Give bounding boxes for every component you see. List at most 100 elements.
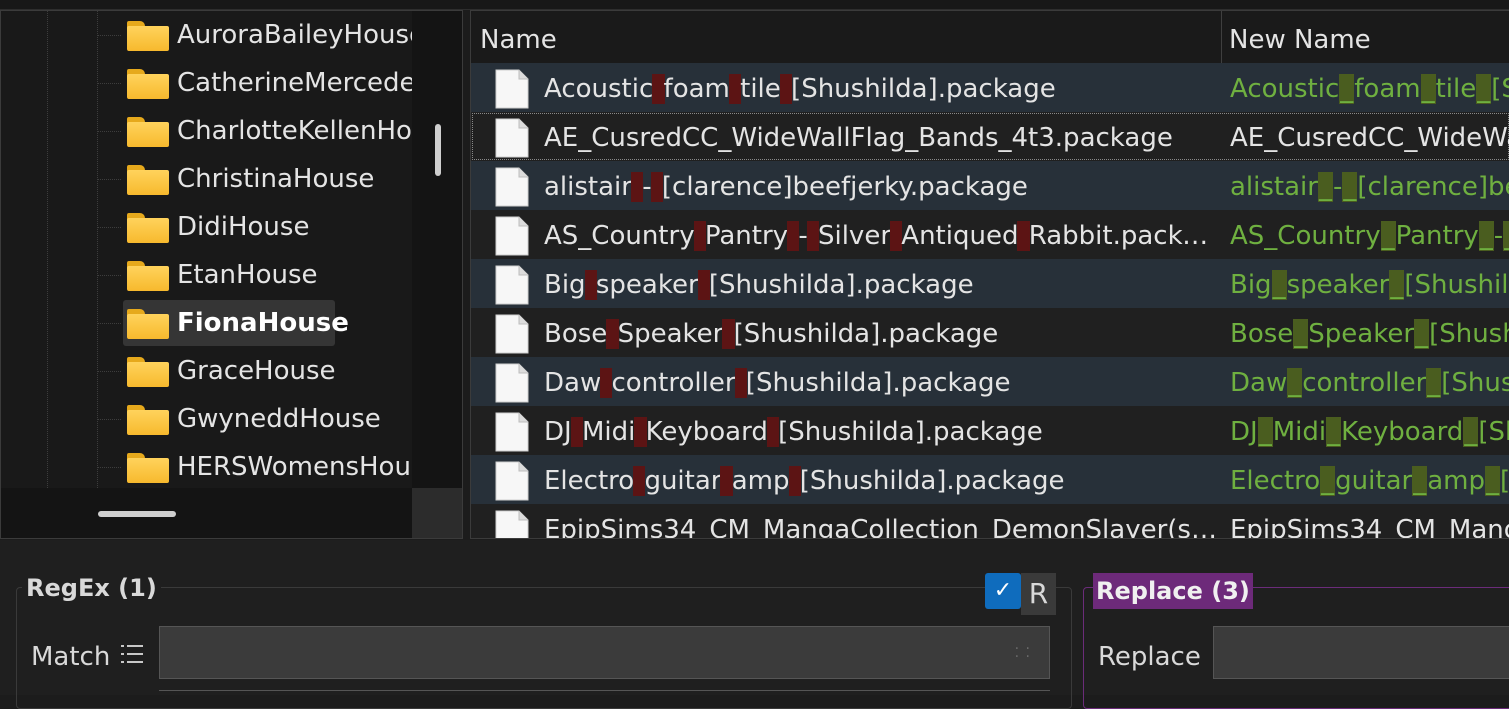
tree-item[interactable]: CharlotteKellenHou — [97, 107, 428, 155]
replace-highlight: _ — [1339, 74, 1355, 104]
new-name-segment: EpipSims34_CM_MangaCollection — [1230, 515, 1509, 539]
name-segment: Big — [544, 270, 586, 300]
replace-highlight: _ — [1414, 319, 1430, 349]
name-segment: speaker — [595, 270, 699, 300]
tree-item[interactable]: HERSWomensHous — [97, 443, 424, 491]
name-segment: [Shushilda].package — [799, 466, 1065, 496]
file-name: Bose Speaker [Shushilda].package — [544, 308, 1217, 360]
tree-connector — [97, 179, 121, 180]
list-icon[interactable] — [121, 643, 143, 667]
file-row[interactable]: EpipSims34_CM_MangaCollection_DemonSlaye… — [471, 504, 1509, 539]
file-name: DJ Midi Keyboard [Shushilda].package — [544, 406, 1217, 458]
file-row[interactable]: Daw controller [Shushilda].package Daw_co… — [471, 357, 1509, 406]
name-segment: Keyboard — [645, 417, 768, 447]
tree-item[interactable]: GwyneddHouse — [97, 395, 417, 443]
file-row[interactable]: AE_CusredCC_WideWallFlag_Bands_4t3.packa… — [471, 112, 1509, 161]
file-name: EpipSims34_CM_MangaCollection_DemonSlaye… — [544, 504, 1217, 539]
new-name-segment: foam — [1354, 74, 1421, 104]
replace-highlight: _ — [1293, 319, 1309, 349]
replace-input[interactable] — [1213, 626, 1509, 679]
name-segment: [Shushilda].package — [791, 74, 1056, 104]
scrollbar-thumb[interactable] — [98, 511, 176, 517]
column-header-name[interactable]: Name — [480, 11, 557, 63]
tree-item[interactable]: CatherineMercedes — [97, 59, 429, 107]
match-input[interactable]: · · · · — [159, 626, 1050, 679]
tree-item[interactable]: FionaHouse — [97, 299, 417, 347]
new-name-segment: AS_Country — [1230, 221, 1381, 251]
regex-mode-button[interactable]: R — [1021, 573, 1056, 615]
new-name-segment: Electro — [1230, 466, 1321, 496]
tree-item[interactable]: GraceHouse — [97, 347, 417, 395]
new-name-segment: [clarence]beefjerky.package — [1357, 172, 1509, 202]
resize-grip-icon[interactable]: · · · · — [1015, 642, 1031, 664]
tree-item[interactable]: EtanHouse — [97, 251, 417, 299]
tree-item-label: FionaHouse — [177, 308, 349, 338]
replace-highlight: _ — [1412, 466, 1428, 496]
file-row[interactable]: AS_Country Pantry - Silver Antiqued Rabb… — [471, 210, 1509, 259]
file-row[interactable]: Electro guitar amp [Shushilda].package El… — [471, 455, 1509, 504]
new-file-name: AS_Country_Pantry_-_Silver_Antiqued_Rabb… — [1230, 210, 1509, 262]
file-name: Acoustic foam tile [Shushilda].package — [544, 63, 1217, 115]
column-header-new-name[interactable]: New Name — [1229, 11, 1371, 63]
file-name: AS_Country Pantry - Silver Antiqued Rabb… — [544, 210, 1217, 262]
folder-icon — [127, 69, 169, 99]
name-segment: Midi — [581, 417, 636, 447]
file-row[interactable]: alistair - [clarence]beefjerky.package al… — [471, 161, 1509, 210]
file-icon — [495, 265, 529, 305]
name-segment: foam — [663, 74, 730, 104]
file-list[interactable]: Name New Name Acoustic foam tile [Shushi… — [470, 10, 1509, 539]
name-segment: EpipSims34_CM_MangaCollection_DemonSlaye… — [544, 515, 1217, 539]
tree-connector — [97, 83, 121, 84]
column-separator[interactable] — [1221, 11, 1222, 63]
file-name: AE_CusredCC_WideWallFlag_Bands_4t3.packa… — [544, 112, 1217, 164]
folder-icon — [127, 165, 169, 195]
new-name-segment: Daw — [1230, 368, 1288, 398]
scrollbar-thumb[interactable] — [435, 124, 441, 176]
file-row[interactable]: Acoustic foam tile [Shushilda].package Ac… — [471, 63, 1509, 112]
replace-highlight: _ — [1478, 221, 1494, 251]
tree-item-label: HERSWomensHous — [177, 452, 425, 482]
top-toolbar-strip — [0, 0, 1509, 10]
new-file-name: Acoustic_foam_tile_[Shushilda].package — [1230, 63, 1509, 115]
tree-item-label: CatherineMercedes — [177, 68, 430, 98]
folder-icon — [127, 309, 169, 339]
file-row[interactable]: Bose Speaker [Shushilda].package Bose _ Spe… — [471, 308, 1509, 357]
second-input-edge[interactable] — [159, 690, 1050, 701]
tree-horizontal-scrollbar[interactable] — [1, 488, 412, 538]
new-name-segment: [Shushilda].package — [1491, 74, 1509, 104]
folder-tree[interactable]: AuroraBaileyHouse CatherineMercedes Charlo… — [0, 10, 463, 539]
match-label: Match — [31, 642, 111, 672]
regex-group-title: RegEx (1) — [22, 573, 161, 603]
name-segment: Silver — [817, 221, 892, 251]
new-name-segment: Big — [1230, 270, 1272, 300]
name-segment: [Shushilda].package — [733, 319, 999, 349]
tree-item[interactable]: AuroraBaileyHouse — [97, 11, 425, 59]
new-name-segment: speaker — [1286, 270, 1390, 300]
name-segment: Speaker — [617, 319, 724, 349]
tree-item[interactable]: ChristinaHouse — [97, 155, 417, 203]
new-name-segment: guitar — [1335, 466, 1413, 496]
file-icon — [495, 216, 529, 256]
regex-enable-checkbox[interactable]: ✓ — [985, 573, 1021, 609]
file-name: Big speaker [Shushilda].package — [544, 259, 1217, 311]
tree-vertical-scrollbar[interactable] — [412, 11, 462, 488]
name-segment: Bose — [544, 319, 608, 349]
file-row[interactable]: DJ Midi Keyboard [Shushilda].package DJ_M… — [471, 406, 1509, 455]
replace-highlight: _ — [1426, 368, 1442, 398]
tree-connector — [97, 419, 121, 420]
name-segment: Daw — [544, 368, 602, 398]
tree-item-label: AuroraBaileyHouse — [177, 20, 425, 50]
name-segment: tile — [740, 74, 781, 104]
new-name-segment: AE_CusredCC_WideWallFlag_Bands_4t3.packa… — [1230, 123, 1509, 153]
file-row[interactable]: Big speaker [Shushilda].package Big_speak… — [471, 259, 1509, 308]
name-segment: DJ — [544, 417, 572, 447]
replace-label: Replace — [1098, 642, 1201, 672]
new-name-segment: [Shushilda].package — [1404, 270, 1509, 300]
list-header: Name New Name — [471, 11, 1509, 63]
file-name: alistair - [clarence]beefjerky.package — [544, 161, 1217, 213]
name-segment: guitar — [644, 466, 722, 496]
name-segment: [clarence]beefjerky.package — [661, 172, 1028, 202]
new-name-segment: [Shushilda].package — [1478, 417, 1509, 447]
tree-item[interactable]: DidiHouse — [97, 203, 417, 251]
replace-highlight: _ — [1484, 466, 1500, 496]
